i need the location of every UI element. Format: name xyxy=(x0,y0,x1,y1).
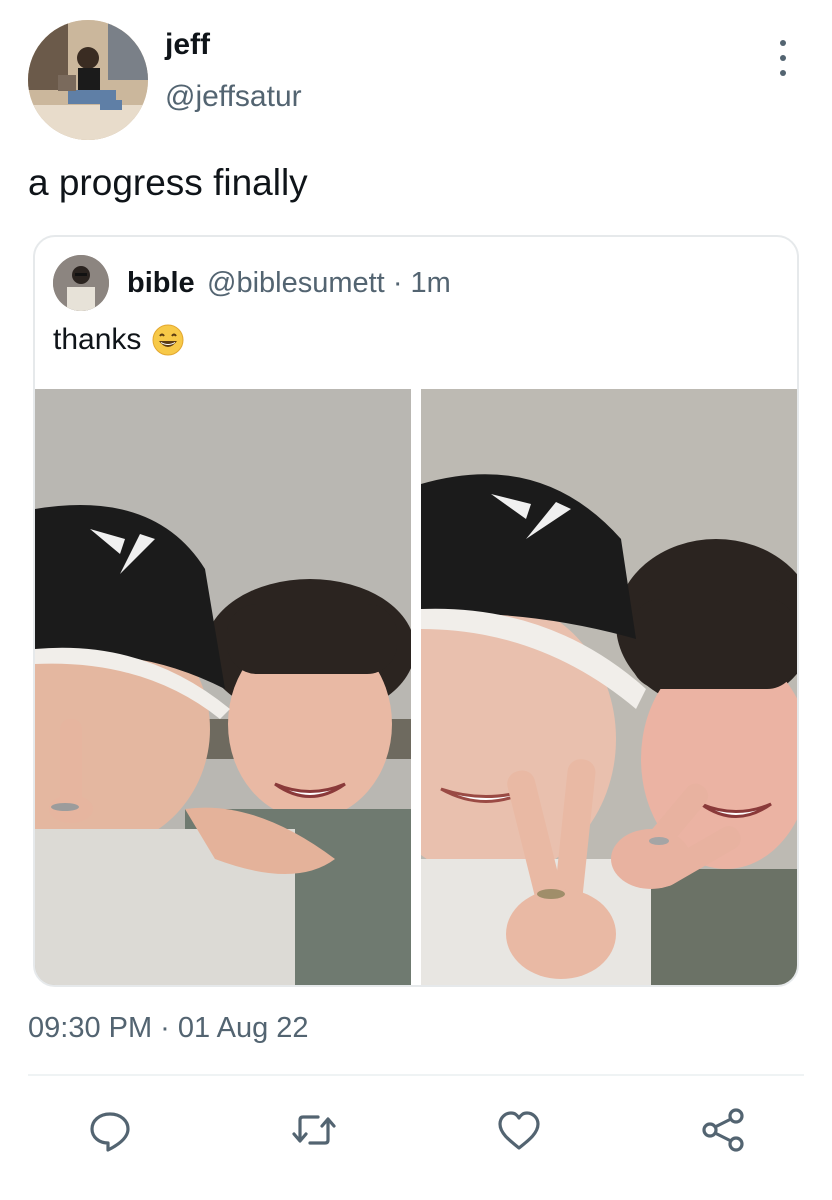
quoted-author-avatar[interactable] xyxy=(53,255,109,311)
selfie-photo-1[interactable] xyxy=(35,389,411,985)
tweet-header: jeff @jeffsatur xyxy=(0,0,832,150)
heart-icon[interactable] xyxy=(495,1106,543,1154)
author-handle[interactable]: @jeffsatur xyxy=(165,80,302,114)
quoted-text: thanks xyxy=(53,323,142,356)
selfie-photo-2[interactable] xyxy=(421,389,797,985)
quoted-time: 1m xyxy=(410,267,451,299)
quoted-author-meta: @biblesumett · 1m xyxy=(207,267,451,300)
reply-icon[interactable] xyxy=(86,1106,134,1154)
tweet-text: a progress finally xyxy=(28,162,308,203)
quoted-tweet[interactable]: bible @biblesumett · 1m thanks xyxy=(33,235,799,987)
action-bar xyxy=(0,1100,832,1160)
share-icon[interactable] xyxy=(700,1106,748,1154)
tweet-timestamp[interactable]: 09:30 PM · 01 Aug 22 xyxy=(28,1012,309,1045)
grinning-face-emoji-icon xyxy=(152,324,184,356)
quoted-author-handle[interactable]: @biblesumett xyxy=(207,267,385,299)
divider xyxy=(28,1074,804,1076)
more-options-icon[interactable] xyxy=(768,40,798,76)
author-name[interactable]: jeff xyxy=(165,28,210,62)
author-avatar[interactable] xyxy=(28,20,148,140)
retweet-icon[interactable] xyxy=(290,1106,338,1154)
quoted-author-name[interactable]: bible xyxy=(127,267,195,300)
quoted-text-row: thanks xyxy=(53,323,185,357)
media-grid xyxy=(35,389,797,985)
meta-separator: · xyxy=(392,267,403,299)
